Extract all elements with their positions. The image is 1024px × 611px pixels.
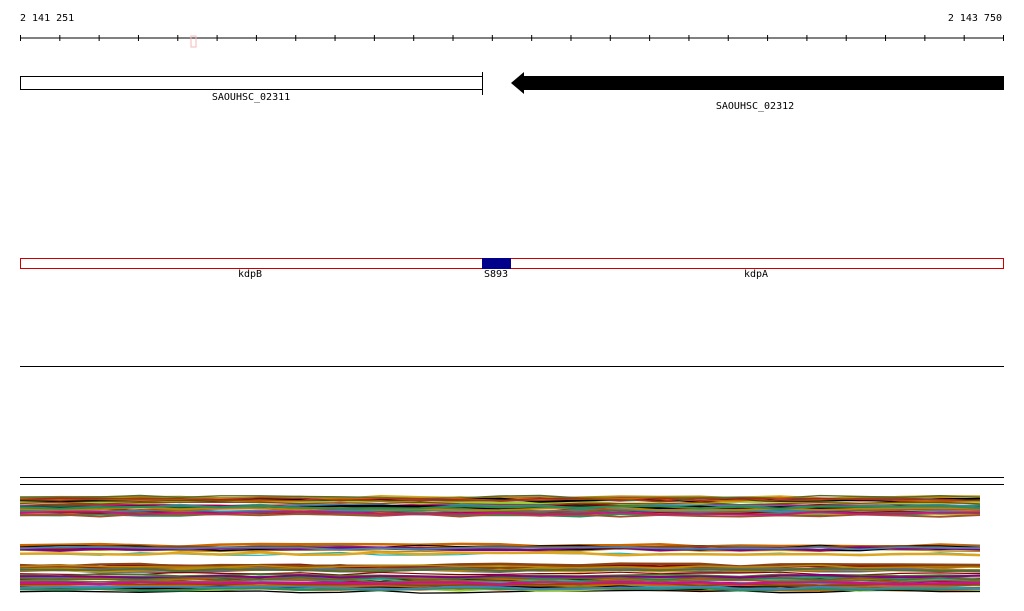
gene-track (20, 72, 1004, 95)
feature-track (20, 258, 1004, 269)
feature-s893-block[interactable] (482, 258, 511, 269)
genome-browser-canvas (19, 35, 1004, 594)
gene-saouhsc-02311[interactable] (20, 76, 483, 90)
gene-label-saouhsc-02312: SAOUHSC_02312 (715, 101, 795, 112)
alignment-lines-track (19, 494, 981, 594)
coordinate-ruler (20, 35, 1004, 48)
alignment-line (19, 551, 981, 557)
feature-label-s893: S893 (483, 269, 509, 280)
gene-label-saouhsc-02311: SAOUHSC_02311 (211, 92, 291, 103)
feature-label-kdpa: kdpA (743, 269, 769, 280)
feature-bar[interactable] (20, 258, 1004, 269)
feature-label-kdpb: kdpB (237, 269, 263, 280)
gene-saouhsc-02312[interactable] (511, 72, 1004, 94)
